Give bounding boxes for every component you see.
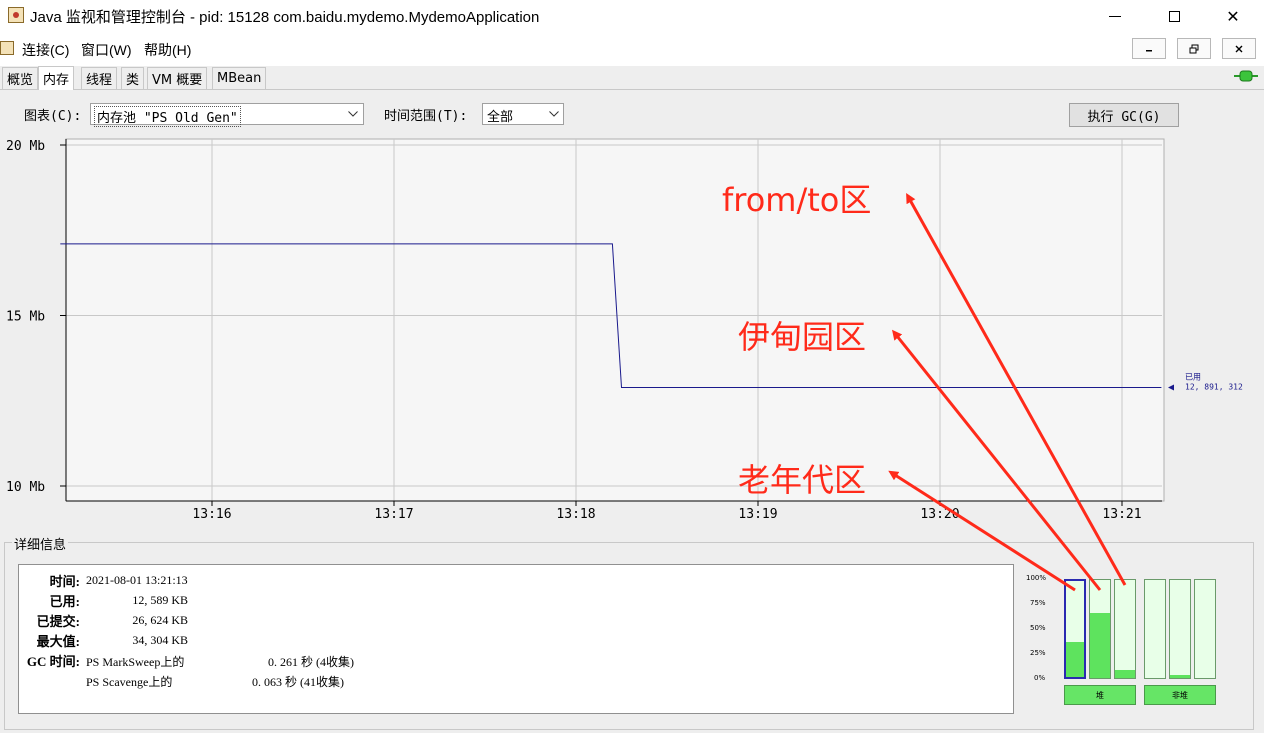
arrow-eden [892, 329, 1102, 591]
annotation-old-gen: 老年代区 [738, 461, 867, 499]
annotation-from-to: from/to区 [722, 181, 872, 219]
annotation-arrows [888, 193, 1127, 592]
arrow-old-gen [888, 470, 1076, 592]
annotation-eden: 伊甸园区 [738, 318, 867, 356]
